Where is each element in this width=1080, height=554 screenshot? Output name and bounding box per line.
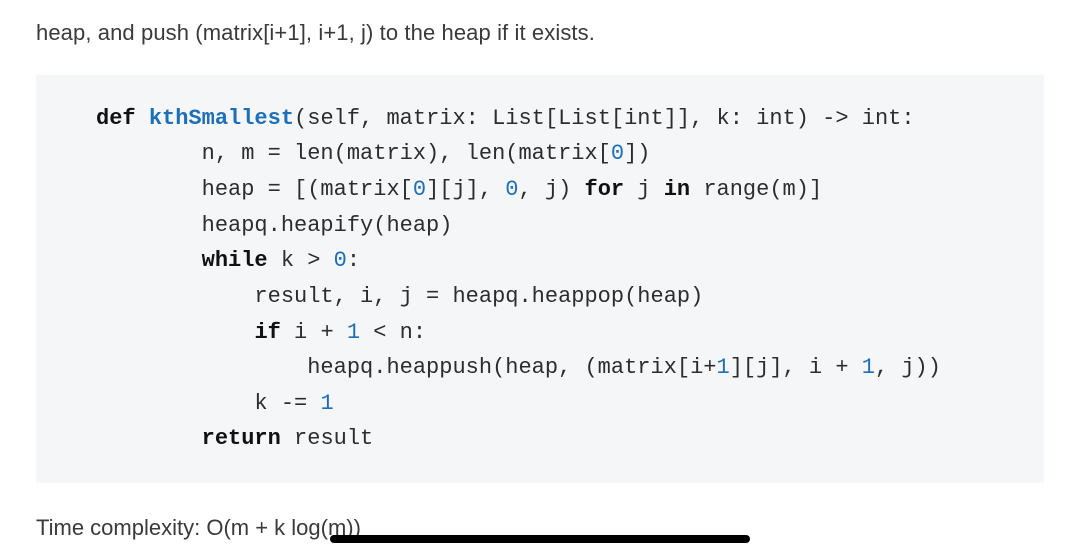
keyword-if: if [254,320,280,345]
code-text: range(m)] [690,177,822,202]
code-text: , j)) [875,355,941,380]
code-text: k > [268,248,334,273]
intro-paragraph: heap, and push (matrix[i+1], i+1, j) to … [36,18,1044,49]
code-text: : [347,248,360,273]
code-text: heap = [(matrix[ [96,177,413,202]
code-text: heapq.heappush(heap, (matrix[i+ [96,355,717,380]
code-text: result, i, j = heapq.heappop(heap) [96,284,703,309]
code-text: ][j], [426,177,505,202]
home-indicator [330,535,750,543]
code-text: ][j], i + [730,355,862,380]
keyword-while: while [202,248,268,273]
code-number: 1 [862,355,875,380]
code-number: 0 [334,248,347,273]
keyword-def: def [96,106,136,131]
code-text: , j) [518,177,584,202]
code-number: 1 [347,320,360,345]
code-text: (self, matrix: List[List[int]], k: int) … [294,106,915,131]
code-block: def kthSmallest(self, matrix: List[List[… [36,75,1044,483]
code-number: 0 [505,177,518,202]
code-text: k -= [96,391,320,416]
keyword-return: return [202,426,281,451]
code-number: 0 [413,177,426,202]
function-name: kthSmallest [149,106,294,131]
code-number: 1 [320,391,333,416]
code-text: heapq.heapify(heap) [96,213,452,238]
code-text: j [624,177,664,202]
code-text: n, m = len(matrix), len(matrix[ [96,141,611,166]
code-text: result [281,426,373,451]
code-number: 0 [611,141,624,166]
code-text: i + [281,320,347,345]
keyword-for: for [585,177,625,202]
code-number: 1 [717,355,730,380]
keyword-in: in [664,177,690,202]
code-text: ]) [624,141,650,166]
code-text: < n: [360,320,426,345]
